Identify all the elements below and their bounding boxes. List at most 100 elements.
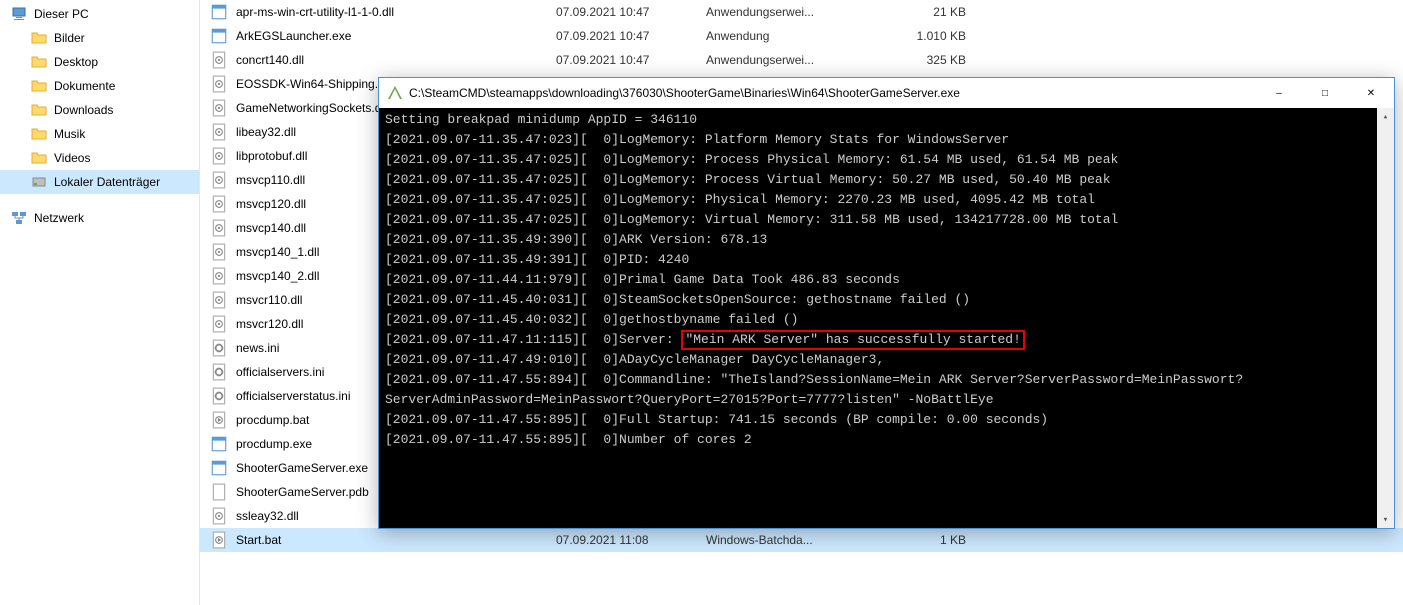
console-line: [2021.09.07-11.35.47:025][ 0]LogMemory: … <box>385 170 1388 190</box>
file-name: ArkEGSLauncher.exe <box>236 29 556 43</box>
highlight-box: "Mein ARK Server" has successfully start… <box>681 330 1024 350</box>
console-window: C:\SteamCMD\steamapps\downloading\376030… <box>378 77 1395 529</box>
nav-label: Dieser PC <box>34 7 89 21</box>
nav-label: Videos <box>54 151 90 165</box>
dll-icon <box>210 75 228 93</box>
dll-icon <box>210 99 228 117</box>
file-size: 1.010 KB <box>886 29 966 43</box>
bat-icon <box>210 531 228 549</box>
folder-icon <box>30 53 48 71</box>
dll-icon <box>210 315 228 333</box>
nav-item-downloads[interactable]: Downloads <box>0 98 199 122</box>
file-date: 07.09.2021 10:47 <box>556 53 706 67</box>
nav-label: Musik <box>54 127 85 141</box>
console-line: [2021.09.07-11.47.55:895][ 0]Number of c… <box>385 430 1388 450</box>
console-body[interactable]: Setting breakpad minidump AppID = 346110… <box>379 108 1394 528</box>
disk-icon <box>30 173 48 191</box>
nav-tree: Dieser PC Bilder Desktop Dokumente Downloads… <box>0 0 200 605</box>
nav-item-lokaler-datenträger[interactable]: Lokaler Datenträger <box>0 170 199 194</box>
console-line: [2021.09.07-11.35.47:025][ 0]LogMemory: … <box>385 190 1388 210</box>
nav-item-dieser-pc[interactable]: Dieser PC <box>0 2 199 26</box>
console-line: [2021.09.07-11.47.49:010][ 0]ADayCycleMa… <box>385 350 1388 370</box>
console-line: [2021.09.07-11.35.47:025][ 0]LogMemory: … <box>385 150 1388 170</box>
file-size: 21 KB <box>886 5 966 19</box>
nav-item-dokumente[interactable]: Dokumente <box>0 74 199 98</box>
file-date: 07.09.2021 10:47 <box>556 5 706 19</box>
folder-icon <box>30 149 48 167</box>
dll-icon <box>210 507 228 525</box>
scroll-up-button[interactable]: ▴ <box>1377 108 1394 125</box>
nav-item-musik[interactable]: Musik <box>0 122 199 146</box>
file-row[interactable]: ArkEGSLauncher.exe07.09.2021 10:47Anwend… <box>200 24 1403 48</box>
file-row[interactable]: concrt140.dll07.09.2021 10:47Anwendungse… <box>200 48 1403 72</box>
console-line: [2021.09.07-11.35.47:023][ 0]LogMemory: … <box>385 130 1388 150</box>
nav-label: Netzwerk <box>34 211 84 225</box>
dll-icon <box>210 243 228 261</box>
nav-label: Desktop <box>54 55 98 69</box>
console-line: [2021.09.07-11.44.11:979][ 0]Primal Game… <box>385 270 1388 290</box>
exe-icon <box>210 3 228 21</box>
exe-icon <box>210 27 228 45</box>
scroll-down-button[interactable]: ▾ <box>1377 511 1394 528</box>
nav-label: Downloads <box>54 103 113 117</box>
file-row[interactable]: Start.bat07.09.2021 11:08Windows-Batchda… <box>200 528 1403 552</box>
dll-icon <box>210 51 228 69</box>
file-type: Windows-Batchda... <box>706 533 886 547</box>
nav-label: Lokaler Datenträger <box>54 175 160 189</box>
dll-icon <box>210 147 228 165</box>
file-type: Anwendung <box>706 29 886 43</box>
file-size: 1 KB <box>886 533 966 547</box>
dll-icon <box>210 267 228 285</box>
nav-item-bilder[interactable]: Bilder <box>0 26 199 50</box>
file-type: Anwendungserwei... <box>706 5 886 19</box>
nav-item-desktop[interactable]: Desktop <box>0 50 199 74</box>
console-line: [2021.09.07-11.47.55:895][ 0]Full Startu… <box>385 410 1388 430</box>
app-icon <box>387 85 403 101</box>
exe-icon <box>210 459 228 477</box>
ini-icon <box>210 339 228 357</box>
console-line: [2021.09.07-11.47.55:894][ 0]Commandline… <box>385 370 1388 390</box>
dll-icon <box>210 195 228 213</box>
file-name: concrt140.dll <box>236 53 556 67</box>
nav-item-netzwerk[interactable]: Netzwerk <box>0 206 199 230</box>
console-titlebar[interactable]: C:\SteamCMD\steamapps\downloading\376030… <box>379 78 1394 108</box>
file-name: apr-ms-win-crt-utility-l1-1-0.dll <box>236 5 556 19</box>
maximize-button[interactable]: □ <box>1302 78 1348 108</box>
scroll-track[interactable] <box>1377 125 1394 511</box>
console-line: [2021.09.07-11.35.49:391][ 0]PID: 4240 <box>385 250 1388 270</box>
file-icon <box>210 483 228 501</box>
ini-icon <box>210 363 228 381</box>
file-date: 07.09.2021 11:08 <box>556 533 706 547</box>
bat-icon <box>210 411 228 429</box>
console-line: Setting breakpad minidump AppID = 346110 <box>385 110 1388 130</box>
folder-icon <box>30 101 48 119</box>
console-line-highlight: [2021.09.07-11.47.11:115][ 0]Server: "Me… <box>385 330 1388 350</box>
dll-icon <box>210 171 228 189</box>
nav-label: Bilder <box>54 31 85 45</box>
file-type: Anwendungserwei... <box>706 53 886 67</box>
minimize-button[interactable]: – <box>1256 78 1302 108</box>
pc-icon <box>10 5 28 23</box>
nav-item-videos[interactable]: Videos <box>0 146 199 170</box>
folder-icon <box>30 29 48 47</box>
console-line: [2021.09.07-11.45.40:031][ 0]SteamSocket… <box>385 290 1388 310</box>
net-icon <box>10 209 28 227</box>
console-line: ServerAdminPassword=MeinPasswort?QueryPo… <box>385 390 1388 410</box>
dll-icon <box>210 123 228 141</box>
exe-icon <box>210 435 228 453</box>
console-line: [2021.09.07-11.45.40:032][ 0]gethostbyna… <box>385 310 1388 330</box>
file-size: 325 KB <box>886 53 966 67</box>
scrollbar[interactable]: ▴ ▾ <box>1377 108 1394 528</box>
folder-icon <box>30 125 48 143</box>
folder-icon <box>30 77 48 95</box>
ini-icon <box>210 387 228 405</box>
file-name: Start.bat <box>236 533 556 547</box>
file-row[interactable]: apr-ms-win-crt-utility-l1-1-0.dll07.09.2… <box>200 0 1403 24</box>
file-date: 07.09.2021 10:47 <box>556 29 706 43</box>
close-button[interactable]: ✕ <box>1348 78 1394 108</box>
console-title: C:\SteamCMD\steamapps\downloading\376030… <box>409 86 1256 100</box>
console-line: [2021.09.07-11.35.49:390][ 0]ARK Version… <box>385 230 1388 250</box>
console-line: [2021.09.07-11.35.47:025][ 0]LogMemory: … <box>385 210 1388 230</box>
dll-icon <box>210 291 228 309</box>
dll-icon <box>210 219 228 237</box>
